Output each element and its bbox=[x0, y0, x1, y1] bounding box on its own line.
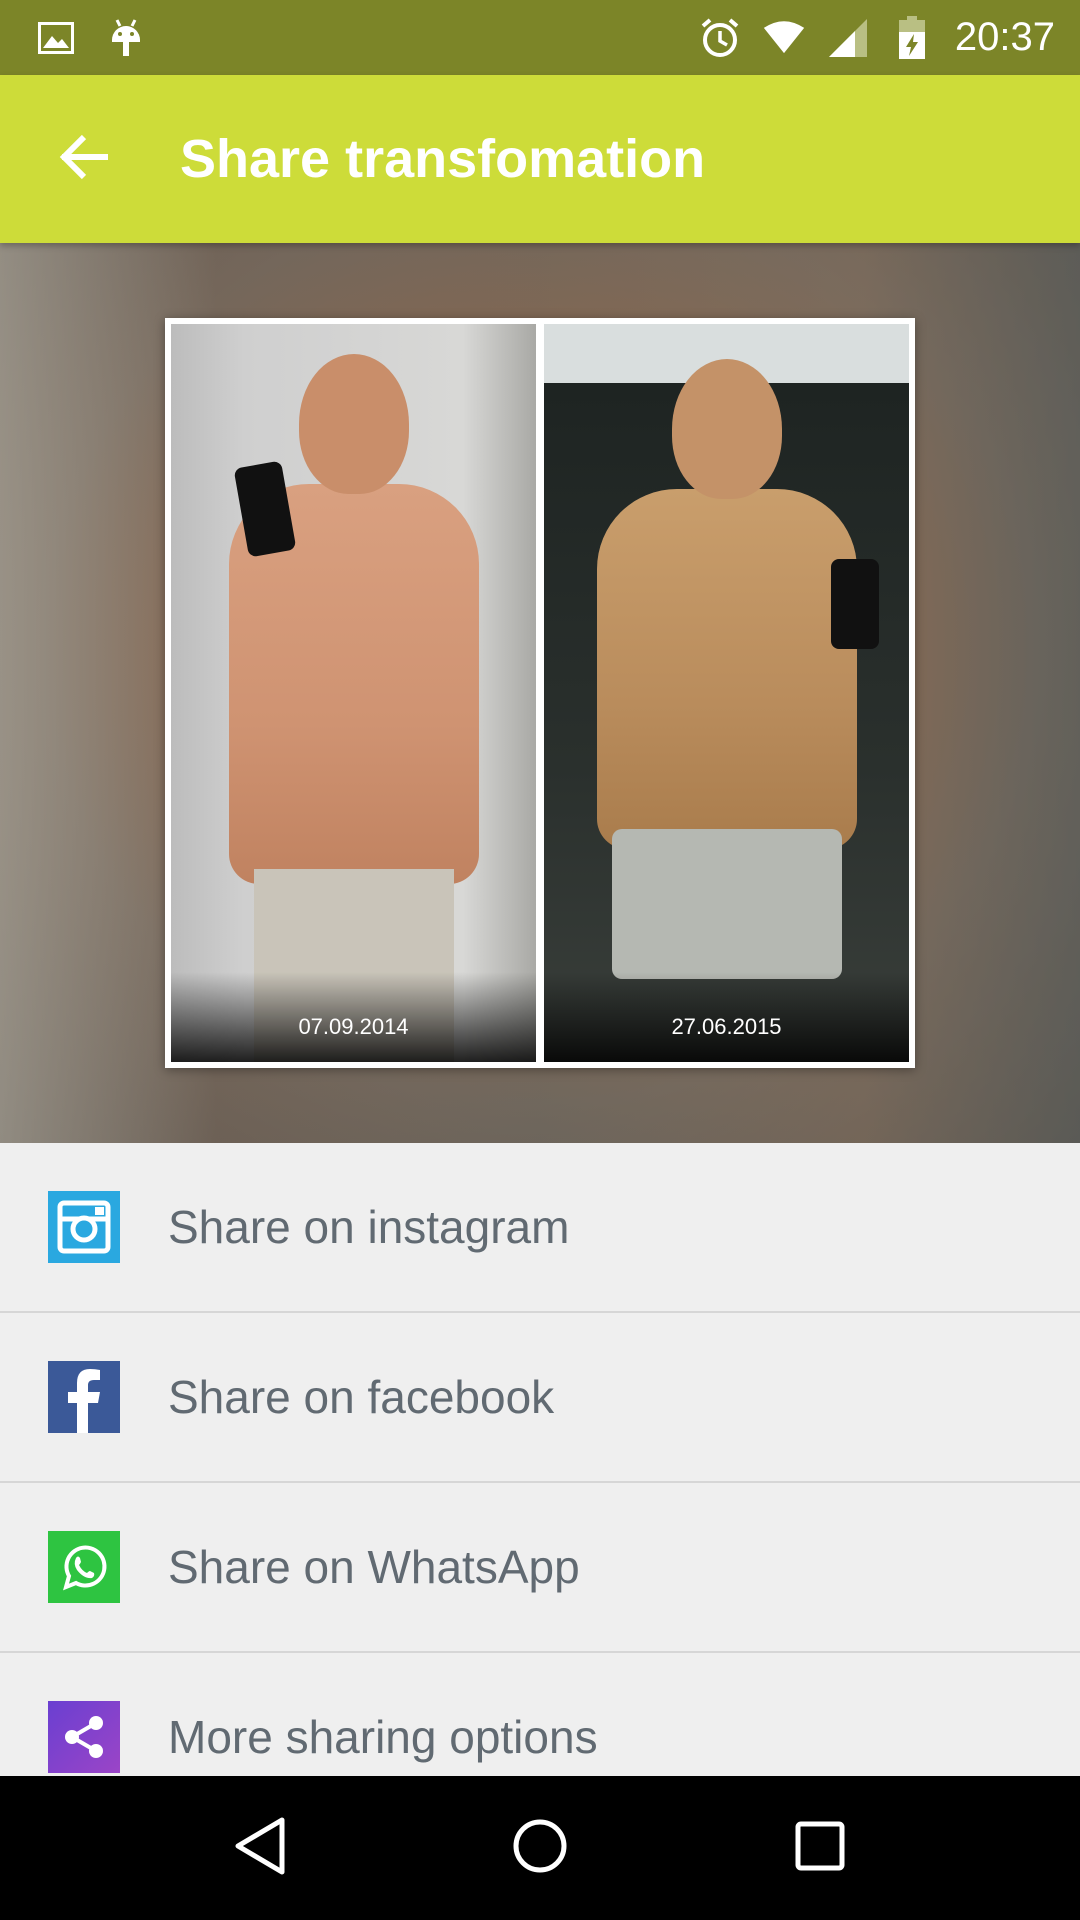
transformation-collage: 07.09.2014 27.06.2015 bbox=[165, 318, 915, 1068]
back-nav-button[interactable] bbox=[210, 1798, 310, 1898]
battery-icon bbox=[891, 15, 933, 59]
page-title: Share transfomation bbox=[180, 129, 706, 189]
recents-nav-button[interactable] bbox=[770, 1798, 870, 1898]
system-nav-bar bbox=[0, 1776, 1080, 1920]
transformation-preview: 07.09.2014 27.06.2015 bbox=[0, 243, 1080, 1143]
back-nav-icon bbox=[232, 1816, 288, 1881]
facebook-icon bbox=[48, 1361, 120, 1433]
after-photo: 27.06.2015 bbox=[544, 324, 909, 1062]
share-whatsapp-item[interactable]: Share on WhatsApp bbox=[0, 1483, 1080, 1653]
status-bar: 20:37 bbox=[0, 0, 1080, 75]
share-facebook-item[interactable]: Share on facebook bbox=[0, 1313, 1080, 1483]
before-photo-date: 07.09.2014 bbox=[298, 1014, 409, 1039]
recents-nav-icon bbox=[794, 1820, 846, 1877]
android-icon bbox=[105, 17, 147, 59]
share-more-label: More sharing options bbox=[168, 1711, 598, 1763]
app-bar: Share transfomation bbox=[0, 75, 1080, 243]
share-more-item[interactable]: More sharing options bbox=[0, 1653, 1080, 1776]
home-nav-icon bbox=[512, 1818, 568, 1879]
whatsapp-icon bbox=[48, 1531, 120, 1603]
before-photo: 07.09.2014 bbox=[171, 324, 536, 1062]
home-nav-button[interactable] bbox=[490, 1798, 590, 1898]
share-options-list: Share on instagram Share on facebook Sha… bbox=[0, 1143, 1080, 1776]
status-right-icons: 20:37 bbox=[699, 15, 1055, 60]
share-icon bbox=[48, 1701, 120, 1773]
share-whatsapp-label: Share on WhatsApp bbox=[168, 1541, 580, 1593]
status-left-icons bbox=[35, 17, 147, 59]
alarm-icon bbox=[699, 17, 741, 59]
wifi-icon bbox=[763, 17, 805, 59]
after-photo-date: 27.06.2015 bbox=[671, 1014, 782, 1039]
instagram-icon bbox=[48, 1191, 120, 1263]
share-facebook-label: Share on facebook bbox=[168, 1371, 555, 1423]
share-instagram-item[interactable]: Share on instagram bbox=[0, 1143, 1080, 1313]
share-instagram-label: Share on instagram bbox=[168, 1201, 570, 1253]
back-button[interactable] bbox=[35, 109, 135, 209]
signal-icon bbox=[827, 17, 869, 59]
image-icon bbox=[35, 17, 77, 59]
status-time: 20:37 bbox=[954, 15, 1055, 59]
arrow-back-icon bbox=[58, 133, 112, 186]
